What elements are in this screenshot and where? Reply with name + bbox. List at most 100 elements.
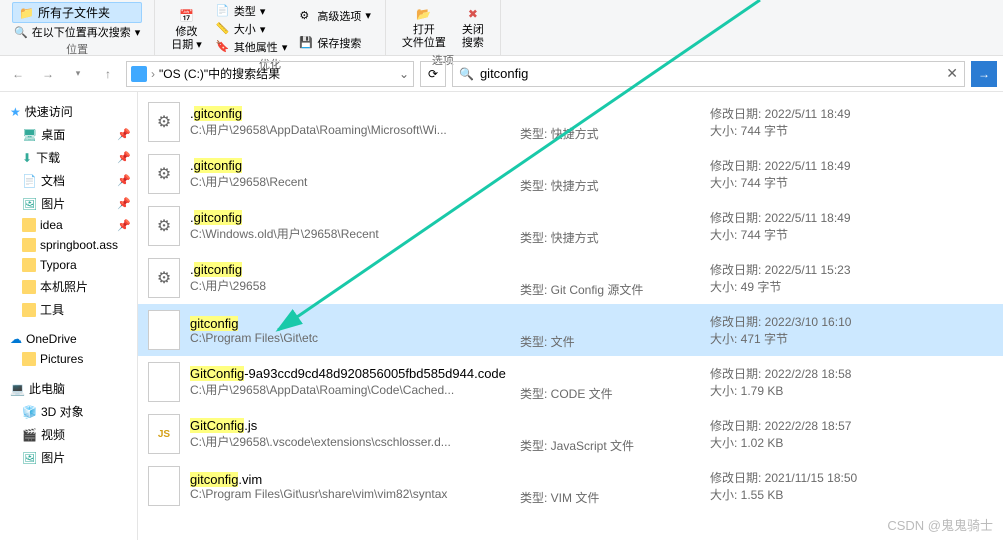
search-results: .gitconfigC:\用户\29658\AppData\Roaming\Mi… <box>138 92 1003 540</box>
pin-icon: 📌 <box>117 197 131 210</box>
result-row[interactable]: .gitconfigC:\用户\29658\Recent类型: 快捷方式修改日期… <box>138 148 1003 200</box>
star-icon: ★ <box>10 105 21 119</box>
ribbon: 📁 所有子文件夹 🔍 在以下位置再次搜索 ▾ 位置 📅 修改日期 ▾ 📄类型 ▾… <box>0 0 1003 56</box>
all-subfolders-button[interactable]: 📁 所有子文件夹 <box>12 2 142 23</box>
desktop-icon: 🖥 <box>22 128 37 142</box>
result-meta: 修改日期: 2022/5/11 18:49大小: 744 字节 <box>710 154 993 194</box>
content-area: ★快速访问 🖥桌面📌 ⬇下载📌 📄文档📌 🖼图片📌 idea📌 springbo… <box>0 92 1003 540</box>
nav-idea[interactable]: idea📌 <box>0 215 137 235</box>
other-props-button[interactable]: 🔖其他属性 ▾ <box>214 38 290 56</box>
refresh-button[interactable]: ⟳ <box>420 61 446 87</box>
file-path: C:\用户\29658\AppData\Roaming\Code\Cached.… <box>190 381 510 398</box>
clear-search-button[interactable]: ✕ <box>946 65 958 82</box>
result-row[interactable]: GitConfig.jsC:\用户\29658\.vscode\extensio… <box>138 408 1003 460</box>
forward-button[interactable]: → <box>36 62 60 86</box>
nav-pictures2[interactable]: Pictures <box>0 349 137 369</box>
nav-downloads[interactable]: ⬇下载📌 <box>0 146 137 169</box>
breadcrumb[interactable]: › "OS (C:)"中的搜索结果 ⌄ <box>126 61 414 87</box>
back-button[interactable]: ← <box>6 62 30 86</box>
result-main: .gitconfigC:\Windows.old\用户\29658\Recent <box>190 206 510 246</box>
result-type: 类型: Git Config 源文件 <box>520 258 700 298</box>
search-input[interactable] <box>480 66 940 81</box>
result-main: .gitconfigC:\用户\29658\Recent <box>190 154 510 194</box>
history-dropdown[interactable]: ▾ <box>66 62 90 86</box>
folder-icon: 📁 <box>19 6 34 20</box>
search-submit-button[interactable]: → <box>971 61 997 87</box>
result-row[interactable]: .gitconfigC:\Windows.old\用户\29658\Recent… <box>138 200 1003 252</box>
save-search-button[interactable]: 💾保存搜索 <box>297 34 373 52</box>
file-path: C:\用户\29658\Recent <box>190 173 510 190</box>
result-main: gitconfigC:\Program Files\Git\etc <box>190 310 510 350</box>
file-name: .gitconfig <box>190 106 510 121</box>
file-date: 修改日期: 2022/2/28 18:57 <box>710 417 993 434</box>
result-row[interactable]: gitconfigC:\Program Files\Git\etc类型: 文件修… <box>138 304 1003 356</box>
nav-this-pc[interactable]: 💻此电脑 <box>0 377 137 400</box>
folder-icon <box>22 303 36 317</box>
advanced-icon: ⚙ <box>299 9 313 23</box>
file-size: 大小: 471 字节 <box>710 330 993 347</box>
file-size: 大小: 1.02 KB <box>710 434 993 451</box>
folder-icon <box>22 280 36 294</box>
nav-quick-access[interactable]: ★快速访问 <box>0 100 137 123</box>
size-button[interactable]: 📏大小 ▾ <box>214 20 290 38</box>
result-meta: 修改日期: 2022/2/28 18:58大小: 1.79 KB <box>710 362 993 402</box>
file-name: gitconfig.vim <box>190 472 510 487</box>
ribbon-group-optimize: 📅 修改日期 ▾ 📄类型 ▾ 📏大小 ▾ 🔖其他属性 ▾ ⚙高级选项 ▾ 💾保存… <box>155 0 386 55</box>
pin-icon: 📌 <box>117 128 131 141</box>
result-row[interactable]: .gitconfigC:\用户\29658类型: Git Config 源文件修… <box>138 252 1003 304</box>
file-path: C:\用户\29658\.vscode\extensions\cschlosse… <box>190 433 510 450</box>
nav-local-photos[interactable]: 本机照片 <box>0 275 137 298</box>
result-main: .gitconfigC:\用户\29658\AppData\Roaming\Mi… <box>190 102 510 142</box>
watermark: CSDN @鬼鬼骑士 <box>887 515 993 534</box>
result-row[interactable]: gitconfig.vimC:\Program Files\Git\usr\sh… <box>138 460 1003 512</box>
nav-onedrive[interactable]: ☁OneDrive <box>0 329 137 349</box>
nav-video[interactable]: 🎬视频 <box>0 423 137 446</box>
type-button[interactable]: 📄类型 ▾ <box>214 2 290 20</box>
nav-desktop[interactable]: 🖥桌面📌 <box>0 123 137 146</box>
result-type: 类型: 快捷方式 <box>520 102 700 142</box>
file-icon <box>148 310 180 350</box>
file-name: .gitconfig <box>190 262 510 277</box>
file-path: C:\用户\29658\AppData\Roaming\Microsoft\Wi… <box>190 121 510 138</box>
file-icon <box>148 414 180 454</box>
chevron-down-icon[interactable]: ⌄ <box>399 67 409 81</box>
result-meta: 修改日期: 2022/3/10 16:10大小: 471 字节 <box>710 310 993 350</box>
nav-documents[interactable]: 📄文档📌 <box>0 169 137 192</box>
nav-typora[interactable]: Typora <box>0 255 137 275</box>
close-search-button[interactable]: ✖ 关闭搜索 <box>454 2 492 52</box>
type-icon: 📄 <box>216 4 230 18</box>
result-row[interactable]: .gitconfigC:\用户\29658\AppData\Roaming\Mi… <box>138 96 1003 148</box>
nav-springboot[interactable]: springboot.ass <box>0 235 137 255</box>
result-type: 类型: 文件 <box>520 310 700 350</box>
file-size: 大小: 1.79 KB <box>710 382 993 399</box>
result-meta: 修改日期: 2022/5/11 18:49大小: 744 字节 <box>710 102 993 142</box>
file-icon <box>148 102 180 142</box>
search-box[interactable]: 🔍 ✕ <box>452 61 965 87</box>
result-row[interactable]: GitConfig-9a93ccd9cd48d920856005fbd585d9… <box>138 356 1003 408</box>
open-location-button[interactable]: 📂 打开文件位置 <box>394 2 454 52</box>
up-button[interactable]: ↑ <box>96 62 120 86</box>
nav-tools[interactable]: 工具 <box>0 298 137 321</box>
file-name: .gitconfig <box>190 210 510 225</box>
file-icon <box>148 362 180 402</box>
result-type: 类型: CODE 文件 <box>520 362 700 402</box>
file-icon <box>148 154 180 194</box>
modify-date-button[interactable]: 📅 修改日期 ▾ <box>163 2 210 56</box>
save-icon: 💾 <box>299 36 313 50</box>
nav-pictures3[interactable]: 🖼图片 <box>0 446 137 469</box>
document-icon: 📄 <box>22 174 37 188</box>
nav-pictures[interactable]: 🖼图片📌 <box>0 192 137 215</box>
ribbon-group-location: 📁 所有子文件夹 🔍 在以下位置再次搜索 ▾ 位置 <box>0 0 155 55</box>
file-date: 修改日期: 2021/11/15 18:50 <box>710 469 993 486</box>
cube-icon: 🧊 <box>22 405 37 419</box>
search-again-button[interactable]: 🔍 在以下位置再次搜索 ▾ <box>12 23 142 41</box>
advanced-button[interactable]: ⚙高级选项 ▾ <box>297 7 373 25</box>
file-icon <box>148 258 180 298</box>
file-date: 修改日期: 2022/5/11 18:49 <box>710 209 993 226</box>
file-name: GitConfig-9a93ccd9cd48d920856005fbd585d9… <box>190 366 510 381</box>
file-name: .gitconfig <box>190 158 510 173</box>
chevron-down-icon: ▾ <box>135 26 141 39</box>
nav-pane: ★快速访问 🖥桌面📌 ⬇下载📌 📄文档📌 🖼图片📌 idea📌 springbo… <box>0 92 138 540</box>
file-size: 大小: 744 字节 <box>710 122 993 139</box>
nav-3d-objects[interactable]: 🧊3D 对象 <box>0 400 137 423</box>
